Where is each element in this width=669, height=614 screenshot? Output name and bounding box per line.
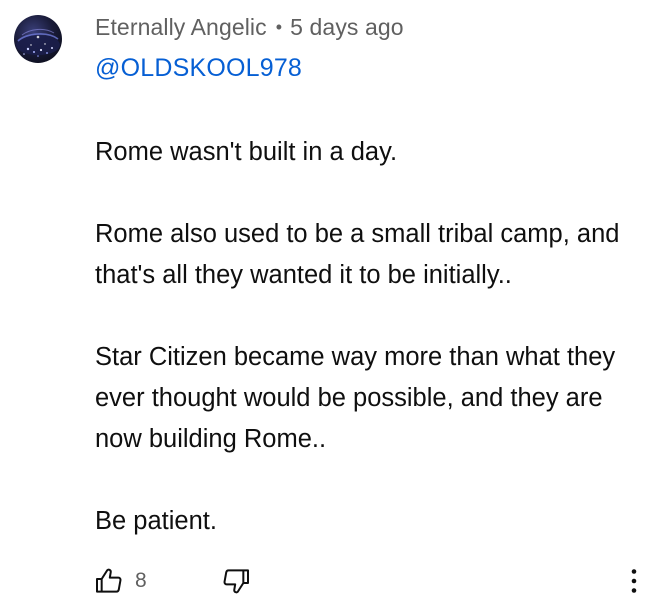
comment-header: Eternally Angelic • 5 days ago [95, 14, 404, 41]
comment-paragraph: Rome also used to be a small tribal camp… [95, 220, 620, 289]
like-button[interactable]: 8 [93, 563, 147, 599]
meta-separator: • [275, 17, 283, 37]
thumbs-up-icon [96, 568, 122, 593]
comment-actions: 8 [93, 563, 653, 599]
like-count: 8 [135, 569, 147, 592]
comment-paragraph: Star Citizen became way more than what t… [95, 343, 616, 453]
thumbs-down-icon [223, 569, 249, 594]
comment-timestamp[interactable]: 5 days ago [290, 14, 404, 40]
avatar[interactable] [14, 15, 62, 63]
more-actions-button[interactable] [622, 563, 646, 599]
author-name[interactable]: Eternally Angelic [95, 14, 267, 40]
comment-body: Rome wasn't built in a day. Rome also us… [95, 132, 655, 583]
more-vertical-icon [631, 569, 637, 593]
avatar-image [16, 28, 60, 57]
mention-link[interactable]: @OLDSKOOL978 [95, 54, 302, 83]
comment-paragraph: Be patient. [95, 507, 217, 535]
dislike-button[interactable] [220, 563, 252, 599]
comment-paragraph: Rome wasn't built in a day. [95, 138, 398, 166]
